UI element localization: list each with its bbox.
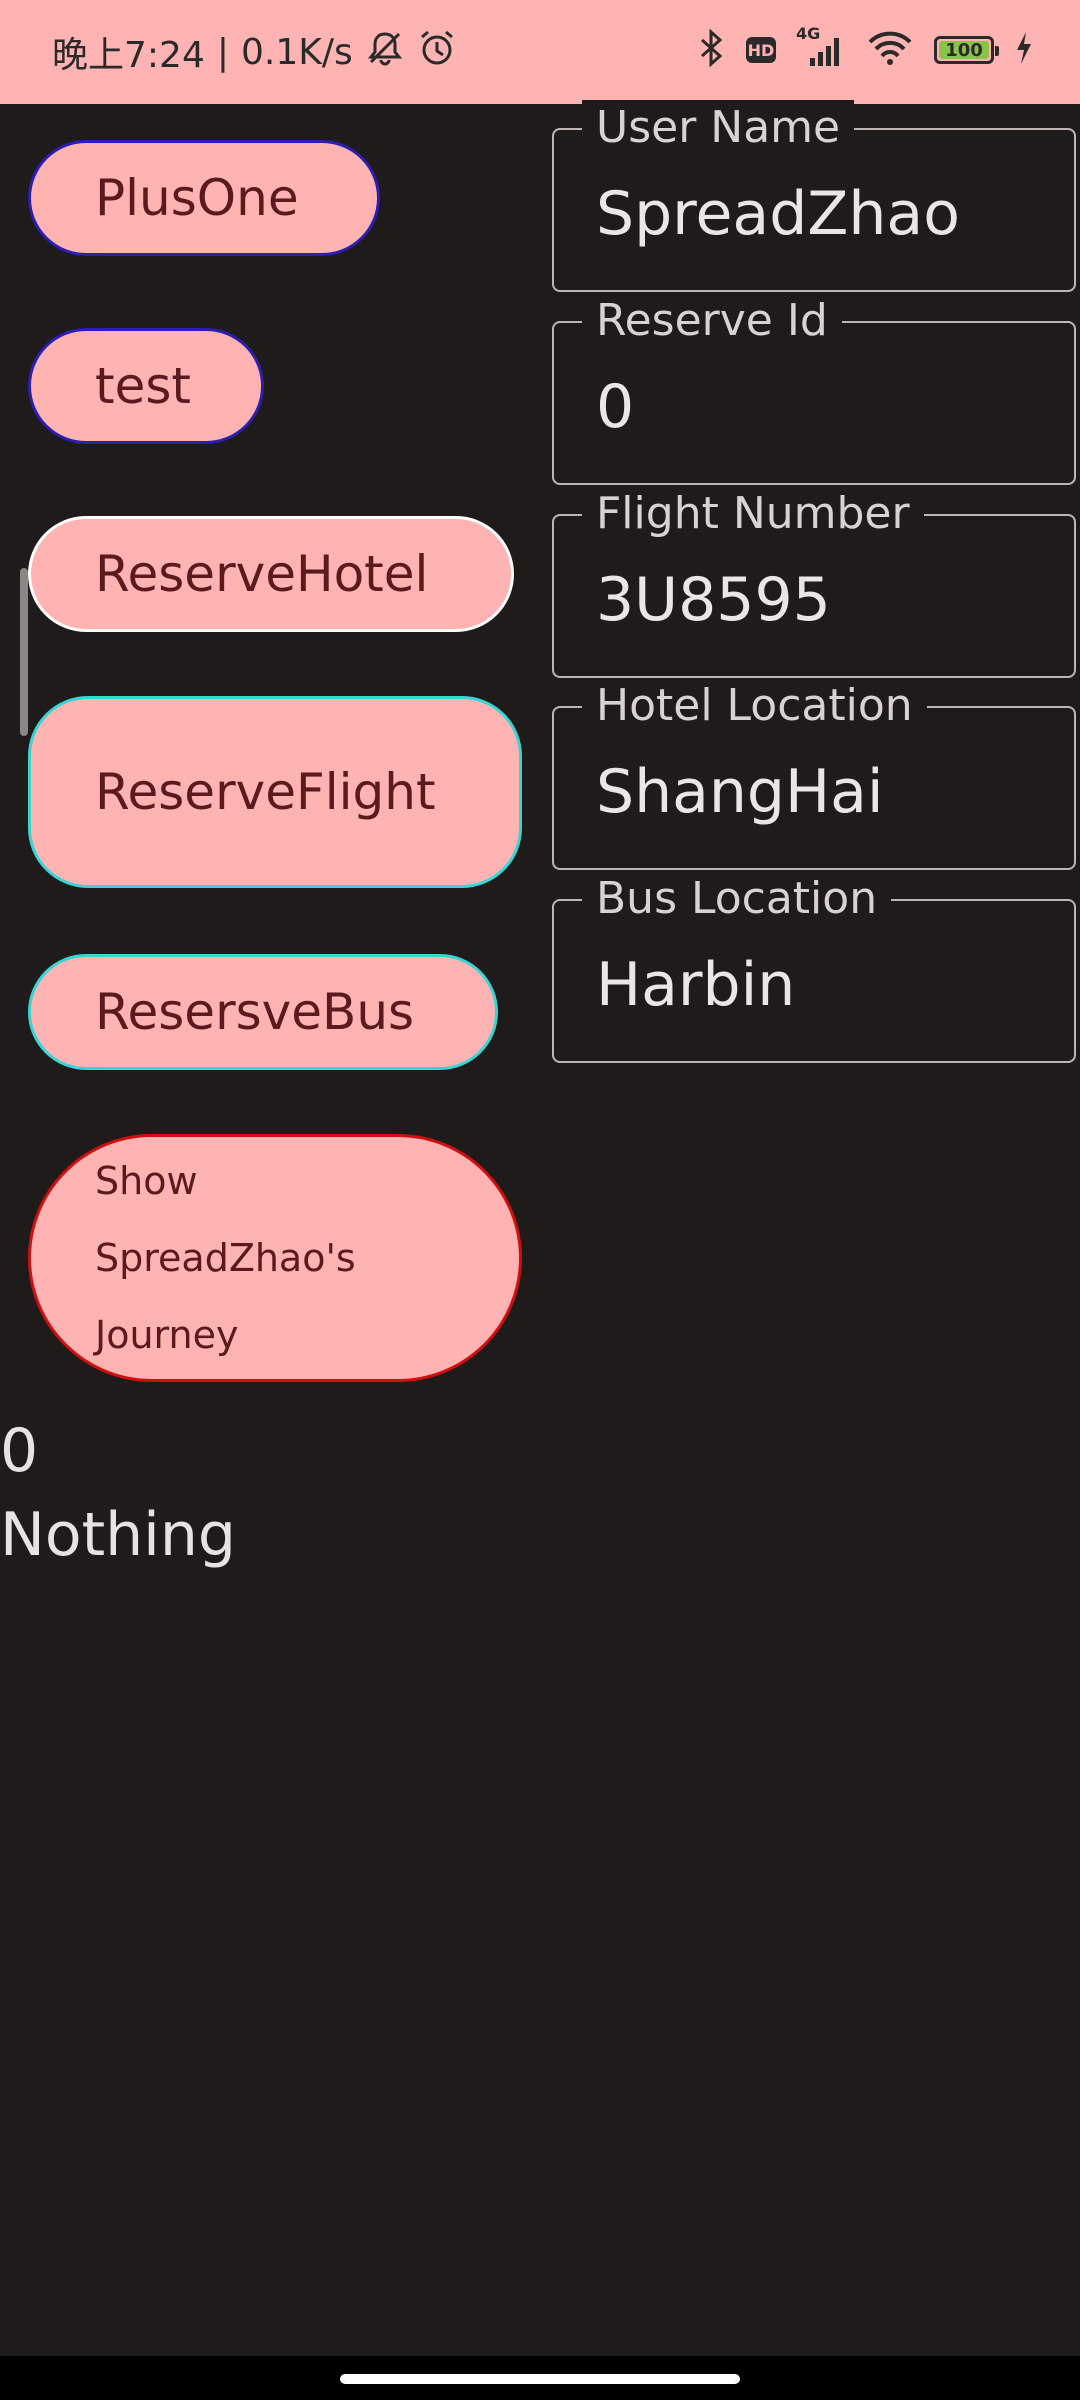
status-net-speed: 0.1K/s <box>240 31 353 73</box>
status-time: 晚上7:24 <box>52 35 205 76</box>
status-bar: 晚上7:24 | 0.1K/s HD 4G 100 <box>0 0 1080 104</box>
bus-location-label: Bus Location <box>582 871 892 927</box>
mute-icon <box>365 28 405 77</box>
charging-icon <box>1014 30 1034 70</box>
reserve-flight-button[interactable]: ReserveFlight <box>28 696 522 888</box>
test-button[interactable]: test <box>28 328 264 444</box>
flight-number-field[interactable]: Flight Number 3U8595 <box>552 486 1076 678</box>
status-separator: | <box>216 31 229 73</box>
bluetooth-icon <box>696 28 726 72</box>
show-journey-button[interactable]: Show SpreadZhao's Journey <box>28 1134 522 1382</box>
cellular-signal-icon: 4G <box>796 24 846 70</box>
alarm-icon <box>417 28 457 77</box>
reserve-flight-label: ReserveFlight <box>95 763 436 821</box>
reserve-bus-button[interactable]: ResersveBus <box>28 954 498 1070</box>
reserve-hotel-label: ReserveHotel <box>95 545 429 603</box>
show-journey-label: Show SpreadZhao's Journey <box>95 1158 356 1357</box>
user-name-field[interactable]: User Name SpreadZhao <box>552 100 1076 292</box>
flight-number-label: Flight Number <box>582 486 924 542</box>
scrollbar[interactable] <box>20 568 28 736</box>
user-name-value: SpreadZhao <box>596 179 960 249</box>
test-label: test <box>95 357 192 415</box>
status-left: 晚上7:24 | 0.1K/s <box>52 26 457 78</box>
battery-icon: 100 <box>934 36 999 64</box>
plus-one-button[interactable]: PlusOne <box>28 140 380 256</box>
status-right: HD 4G 100 <box>696 24 1034 72</box>
wifi-icon <box>866 28 914 72</box>
reserve-id-field[interactable]: Reserve Id 0 <box>552 293 1076 485</box>
bus-location-value: Harbin <box>596 950 796 1020</box>
reserve-id-value: 0 <box>596 372 635 442</box>
reserve-bus-label: ResersveBus <box>95 983 415 1041</box>
battery-level: 100 <box>945 39 983 61</box>
reserve-hotel-button[interactable]: ReserveHotel <box>28 516 514 632</box>
plus-one-label: PlusOne <box>95 169 299 227</box>
home-indicator[interactable] <box>340 2374 740 2384</box>
flight-number-value: 3U8595 <box>596 565 831 635</box>
hotel-location-value: ShangHai <box>596 757 884 827</box>
count-text: 0 <box>0 1416 39 1486</box>
hd-icon: HD <box>746 37 776 63</box>
message-text: Nothing <box>0 1500 236 1570</box>
hotel-location-field[interactable]: Hotel Location ShangHai <box>552 678 1076 870</box>
bus-location-field[interactable]: Bus Location Harbin <box>552 871 1076 1063</box>
hotel-location-label: Hotel Location <box>582 678 927 734</box>
reserve-id-label: Reserve Id <box>582 293 842 349</box>
user-name-label: User Name <box>582 100 855 156</box>
